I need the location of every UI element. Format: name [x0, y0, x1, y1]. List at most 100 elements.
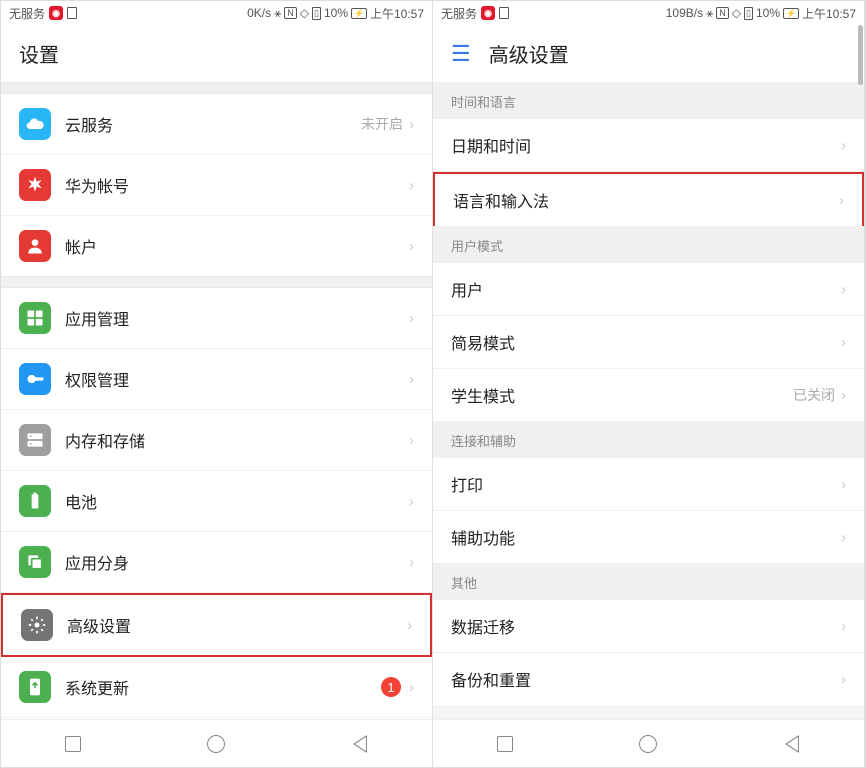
chevron-right-icon: › [409, 493, 414, 510]
item-label: 高级设置 [67, 613, 407, 637]
settings-item[interactable]: 打印› [433, 458, 864, 511]
storage-icon [19, 424, 51, 456]
clock: 上午10:57 [370, 5, 424, 22]
settings-item[interactable]: 语言和输入法› [433, 172, 864, 226]
sim-icon [499, 7, 509, 19]
charging-icon: ⚡ [351, 8, 367, 19]
page-header: 设置 [1, 25, 432, 82]
item-label: 应用分身 [65, 550, 409, 574]
section-gap [1, 276, 432, 288]
signal-status: 无服务 [441, 5, 477, 22]
menu-icon[interactable]: ☰ [451, 43, 471, 65]
nfc-icon: N [716, 7, 729, 19]
chevron-right-icon: › [841, 387, 846, 404]
back-button[interactable] [349, 733, 371, 755]
chevron-right-icon: › [841, 671, 846, 688]
chevron-right-icon: › [409, 554, 414, 571]
settings-item-about[interactable]: 关于手机› [1, 718, 432, 719]
item-value: 未开启 [361, 114, 403, 134]
home-button[interactable] [205, 733, 227, 755]
settings-group: 数据迁移›备份和重置› [433, 600, 864, 705]
chevron-right-icon: › [409, 679, 414, 696]
sim-icon [67, 7, 77, 19]
settings-item-huawei[interactable]: 华为帐号› [1, 155, 432, 216]
nfc-icon: N [284, 7, 297, 19]
item-label: 应用管理 [65, 306, 409, 330]
settings-item-apps[interactable]: 应用管理› [1, 288, 432, 349]
settings-item-account[interactable]: 帐户› [1, 216, 432, 276]
battery-icon [19, 485, 51, 517]
settings-item-perm[interactable]: 权限管理› [1, 349, 432, 410]
recent-apps-button[interactable] [494, 733, 516, 755]
item-label: 电池 [65, 489, 409, 513]
back-button[interactable] [781, 733, 803, 755]
item-label: 日期和时间 [451, 133, 841, 157]
item-label: 语言和输入法 [453, 188, 839, 212]
item-label: 云服务 [65, 112, 361, 136]
item-label: 备份和重置 [451, 667, 841, 691]
settings-item[interactable]: 数据迁移› [433, 600, 864, 653]
item-label: 华为帐号 [65, 173, 409, 197]
chevron-right-icon: › [409, 371, 414, 388]
item-label: 帐户 [65, 234, 409, 258]
navigation-bar [1, 719, 432, 767]
signal-status: 无服务 [9, 5, 45, 22]
page-title: 高级设置 [489, 39, 569, 68]
chevron-right-icon: › [839, 192, 844, 209]
status-bar: 无服务 ◉ 109B/s ⚹ N ◇ ▯ 10% ⚡ 上午10:57 [433, 1, 864, 25]
item-label: 内存和存储 [65, 428, 409, 452]
item-label: 权限管理 [65, 367, 409, 391]
status-bar: 无服务 ◉ 0K/s ⚹ N ◇ ▯ 10% ⚡ 上午10:57 [1, 1, 432, 25]
settings-item-battery[interactable]: 电池› [1, 471, 432, 532]
charging-icon: ⚡ [783, 8, 799, 19]
settings-list[interactable]: 云服务未开启›华为帐号›帐户› 应用管理›权限管理›内存和存储›电池›应用分身›… [1, 82, 432, 719]
wifi-icon: ◇ [732, 6, 741, 20]
battery-icon: ▯ [744, 7, 753, 20]
network-speed: 109B/s [666, 6, 703, 20]
section-gap [1, 82, 432, 94]
weibo-icon: ◉ [481, 6, 495, 20]
perm-icon [19, 363, 51, 395]
settings-item-advanced[interactable]: 高级设置› [1, 593, 432, 657]
settings-item[interactable]: 用户› [433, 263, 864, 316]
scroll-indicator[interactable] [858, 25, 863, 85]
page-header: ☰ 高级设置 [433, 25, 864, 82]
battery-icon: ▯ [312, 7, 321, 20]
settings-item-clone[interactable]: 应用分身› [1, 532, 432, 593]
chevron-right-icon: › [409, 310, 414, 327]
item-label: 简易模式 [451, 330, 841, 354]
recent-apps-button[interactable] [62, 733, 84, 755]
network-speed: 0K/s [247, 6, 271, 20]
account-icon [19, 230, 51, 262]
settings-item[interactable]: 学生模式已关闭 › [433, 369, 864, 421]
weibo-icon: ◉ [49, 6, 63, 20]
chevron-right-icon: › [407, 617, 412, 634]
settings-group: 用户›简易模式›学生模式已关闭› [433, 263, 864, 421]
settings-group-system: 应用管理›权限管理›内存和存储›电池›应用分身›高级设置›系统更新1›关于手机› [1, 288, 432, 719]
update-icon [19, 671, 51, 703]
item-value: 已关闭 [793, 385, 835, 405]
settings-item-update[interactable]: 系统更新1› [1, 657, 432, 718]
chevron-right-icon: › [409, 116, 414, 133]
home-button[interactable] [637, 733, 659, 755]
item-label: 用户 [451, 277, 841, 301]
settings-item[interactable]: 辅助功能› [433, 511, 864, 563]
settings-item[interactable]: 备份和重置› [433, 653, 864, 705]
advanced-settings-list[interactable]: 时间和语言日期和时间›语言和输入法›用户模式用户›简易模式›学生模式已关闭›连接… [433, 82, 864, 719]
settings-item-storage[interactable]: 内存和存储› [1, 410, 432, 471]
phone-left: 无服务 ◉ 0K/s ⚹ N ◇ ▯ 10% ⚡ 上午10:57 设置 云服务未… [1, 1, 433, 767]
settings-item-cloud[interactable]: 云服务未开启 › [1, 94, 432, 155]
notification-badge: 1 [381, 677, 401, 697]
section-header: 用户模式 [433, 226, 864, 263]
navigation-bar [433, 719, 864, 767]
settings-item[interactable]: 简易模式› [433, 316, 864, 369]
wifi-icon: ◇ [300, 6, 309, 20]
settings-group: 日期和时间›语言和输入法› [433, 119, 864, 226]
section-header: 连接和辅助 [433, 421, 864, 458]
cloud-icon [19, 108, 51, 140]
chevron-right-icon: › [841, 529, 846, 546]
chevron-right-icon: › [841, 281, 846, 298]
settings-item[interactable]: 日期和时间› [433, 119, 864, 172]
chevron-right-icon: › [409, 432, 414, 449]
item-label: 学生模式 [451, 383, 793, 407]
